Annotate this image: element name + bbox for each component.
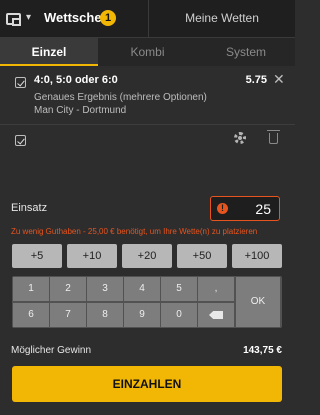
trash-icon[interactable]	[267, 130, 280, 144]
selection-event: Man City - Dortmund	[34, 105, 127, 116]
key-1[interactable]: 1	[13, 277, 49, 301]
tab-combi[interactable]: Kombi	[98, 38, 197, 66]
wallet-menu[interactable]: ▾	[6, 10, 36, 28]
selection-market: Genaues Ergebnis (mehrere Optionen)	[34, 92, 207, 103]
insufficient-funds-error: Zu wenig Guthaben - 25,00 € benötigt, um…	[11, 227, 258, 236]
tab-my-bets[interactable]: Meine Wetten	[149, 11, 295, 25]
tab-single[interactable]: Einzel	[0, 38, 98, 66]
stake-value: 25	[255, 201, 271, 217]
quick-amount-button[interactable]: +100	[232, 244, 282, 268]
quick-amount-button[interactable]: +20	[122, 244, 172, 268]
selection-title: 4:0, 5:0 oder 6:0	[34, 74, 118, 86]
stake-label: Einsatz	[11, 202, 48, 214]
stake-input[interactable]: ! 25	[210, 196, 280, 221]
betslip-count-badge: 1	[100, 10, 116, 26]
chevron-down-icon: ▾	[26, 12, 32, 23]
key-4[interactable]: 4	[124, 277, 160, 301]
wallet-icon	[6, 13, 21, 26]
warning-icon: !	[217, 203, 228, 214]
key-5[interactable]: 5	[161, 277, 197, 301]
key-0[interactable]: 0	[161, 303, 197, 327]
key-3[interactable]: 3	[87, 277, 123, 301]
key-8[interactable]: 8	[87, 303, 123, 327]
key-2[interactable]: 2	[50, 277, 86, 301]
quick-amount-button[interactable]: +50	[177, 244, 227, 268]
quick-amount-button[interactable]: +10	[67, 244, 117, 268]
key-backspace[interactable]	[198, 303, 234, 327]
bet-mode-tabs: Einzel Kombi System	[0, 38, 295, 66]
close-icon[interactable]: ✕	[273, 71, 285, 88]
checkbox-icon[interactable]	[15, 135, 26, 146]
divider	[0, 124, 295, 125]
numeric-keypad: 1 2 3 4 5 , 6 7 8 9 0 OK	[12, 276, 282, 328]
potential-win-value: 143,75 €	[243, 345, 282, 356]
gear-icon[interactable]	[234, 132, 246, 144]
key-ok[interactable]: OK	[236, 277, 280, 327]
key-7[interactable]: 7	[50, 303, 86, 327]
quick-amount-button[interactable]: +5	[12, 244, 62, 268]
key-comma[interactable]: ,	[198, 277, 234, 301]
key-6[interactable]: 6	[13, 303, 49, 327]
backspace-icon	[209, 311, 223, 319]
deposit-button[interactable]: EINZAHLEN	[12, 366, 282, 402]
potential-win-label: Möglicher Gewinn	[11, 345, 92, 356]
key-9[interactable]: 9	[124, 303, 160, 327]
bet-selection: 4:0, 5:0 oder 6:0 5.75 ✕ Genaues Ergebni…	[5, 68, 290, 120]
top-bar: ▾ Wettschein 1 Meine Wetten	[0, 0, 295, 38]
checkbox-icon[interactable]	[15, 77, 26, 88]
selection-odds: 5.75	[245, 74, 267, 86]
tab-system[interactable]: System	[197, 38, 295, 66]
